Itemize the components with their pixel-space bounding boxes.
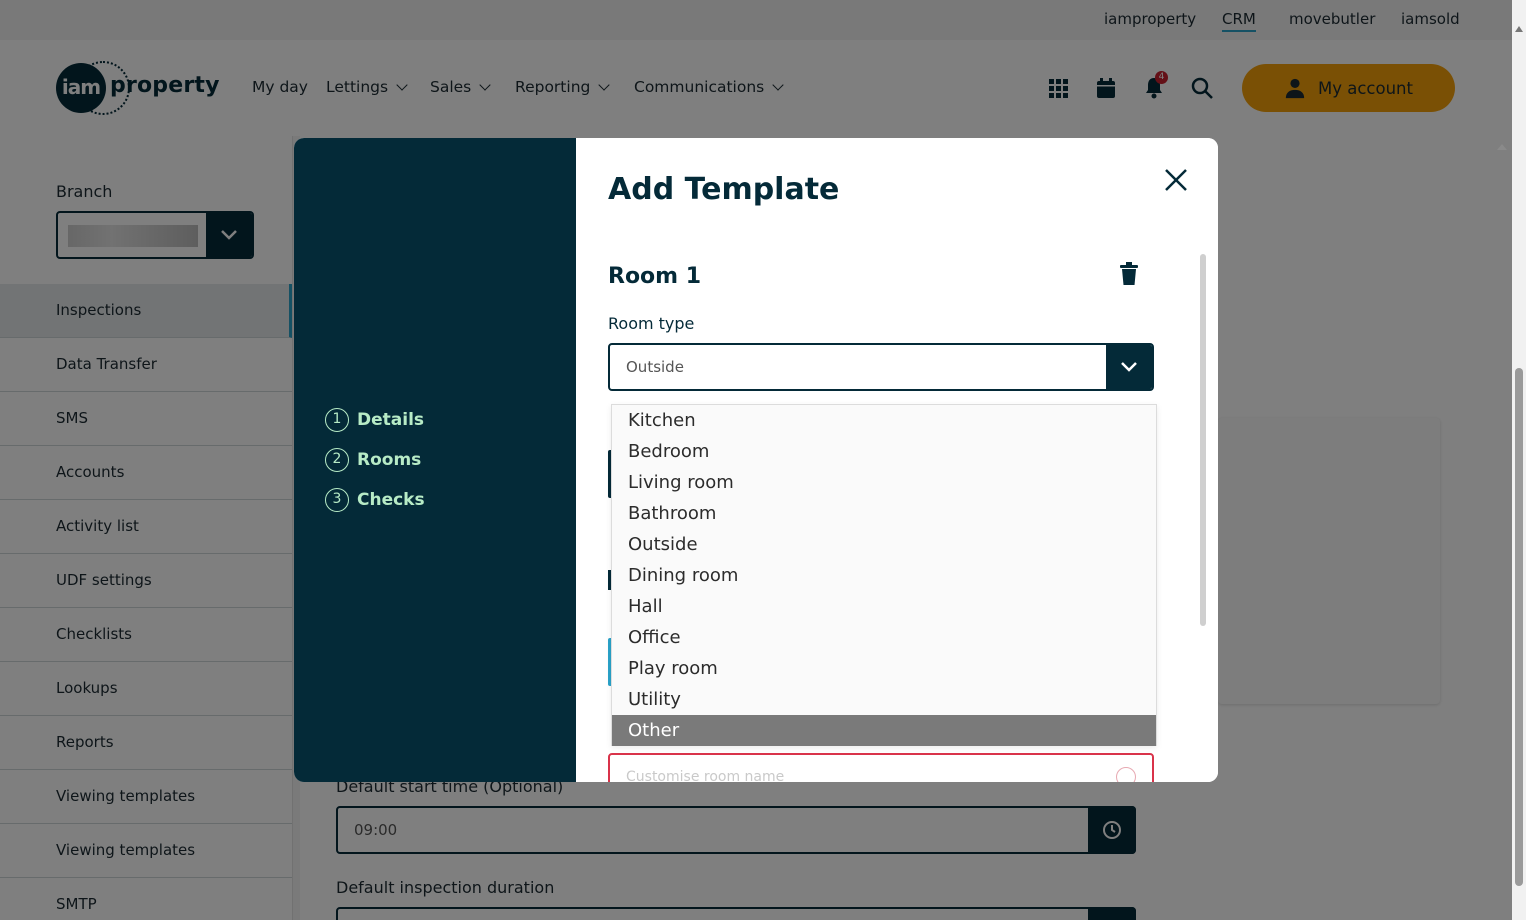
option-hall[interactable]: Hall — [612, 591, 1156, 622]
modal-scrollbar[interactable] — [1200, 254, 1206, 626]
step-label: Details — [357, 410, 425, 430]
step-details[interactable]: 1 Details — [325, 408, 424, 432]
modal-title: Add Template — [608, 172, 840, 207]
option-bathroom[interactable]: Bathroom — [612, 498, 1156, 529]
room-type-options: Kitchen Bedroom Living room Bathroom Out… — [611, 404, 1157, 746]
scroll-up-arrow-icon[interactable] — [1515, 26, 1523, 32]
custom-room-name-input[interactable]: Customise room name — [608, 753, 1154, 782]
page-scrollbar-thumb[interactable] — [1515, 368, 1523, 886]
step-checks[interactable]: 3 Checks — [325, 488, 425, 512]
step-label: Checks — [357, 490, 425, 510]
custom-room-name-placeholder: Customise room name — [626, 769, 785, 782]
trash-icon[interactable] — [1118, 262, 1140, 286]
step-number: 2 — [325, 448, 349, 472]
option-utility[interactable]: Utility — [612, 684, 1156, 715]
option-office[interactable]: Office — [612, 622, 1156, 653]
room-type-dropdown-button[interactable] — [1106, 345, 1152, 389]
page-scrollbar[interactable] — [1512, 0, 1526, 920]
room-heading: Room 1 — [608, 264, 702, 289]
room-type-label: Room type — [608, 314, 695, 333]
step-number: 1 — [325, 408, 349, 432]
option-living-room[interactable]: Living room — [612, 467, 1156, 498]
option-play-room[interactable]: Play room — [612, 653, 1156, 684]
option-dining-room[interactable]: Dining room — [612, 560, 1156, 591]
option-outside[interactable]: Outside — [612, 529, 1156, 560]
option-other[interactable]: Other — [612, 715, 1156, 746]
option-kitchen[interactable]: Kitchen — [612, 405, 1156, 436]
close-icon[interactable] — [1162, 166, 1190, 194]
step-rooms[interactable]: 2 Rooms — [325, 448, 421, 472]
option-bedroom[interactable]: Bedroom — [612, 436, 1156, 467]
chevron-down-icon — [1121, 362, 1137, 372]
room-type-value: Outside — [626, 358, 684, 376]
step-label: Rooms — [357, 450, 422, 470]
warning-icon — [1116, 767, 1136, 782]
step-number: 3 — [325, 488, 349, 512]
inner-scroll-up-arrow-icon[interactable] — [1497, 143, 1507, 151]
wizard-steps-panel: 1 Details 2 Rooms 3 Checks — [294, 138, 576, 782]
room-type-select[interactable]: Outside — [608, 343, 1154, 391]
